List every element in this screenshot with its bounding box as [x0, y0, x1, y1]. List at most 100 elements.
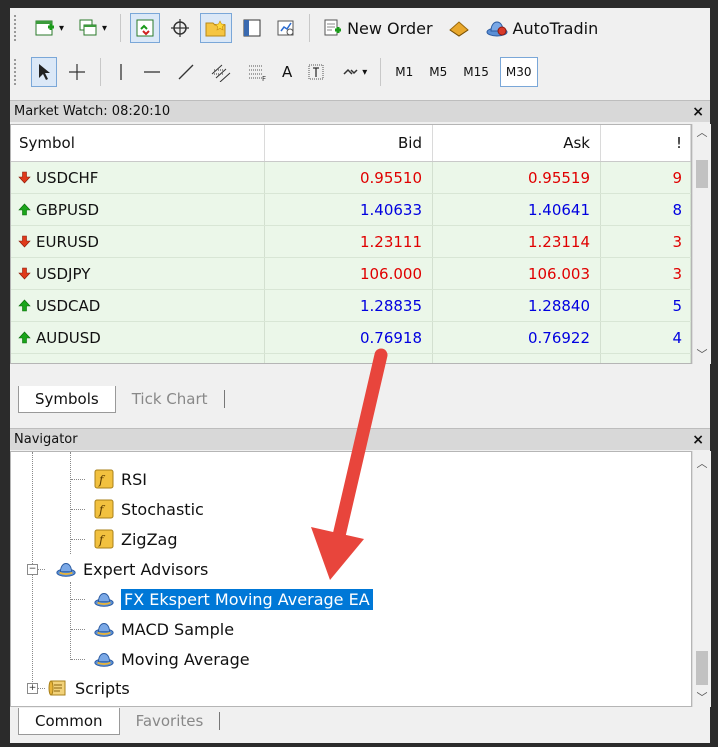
table-row[interactable]: GBPUSD 1.40633 1.40641 8 [11, 194, 691, 226]
cell-bid: 0.95510 [265, 162, 433, 193]
tab-favorites[interactable]: Favorites [120, 708, 220, 734]
timeframe-m30[interactable]: M30 [499, 57, 538, 87]
autotrading-button[interactable]: AutoTradin [481, 13, 603, 43]
horizontal-line-button[interactable] [138, 57, 166, 87]
scripts-scroll-icon [47, 677, 69, 699]
table-row[interactable]: USDJPY 106.000 106.003 3 [11, 258, 691, 290]
tree-item-macd-sample[interactable]: MACD Sample [93, 615, 234, 643]
channel-icon [210, 62, 232, 82]
navigator-scrollbar[interactable]: ︿ ﹀ [692, 451, 711, 707]
market-watch-tabs: Symbols Tick Chart [10, 386, 710, 416]
toolbar-grip[interactable] [14, 59, 22, 85]
collapse-toggle[interactable]: − [27, 564, 38, 575]
tree-item-label: RSI [121, 469, 147, 489]
new-chart-button[interactable]: ▾ [31, 13, 68, 43]
cell-symbol: USDCAD [11, 290, 265, 321]
toolbar-separator [309, 14, 311, 42]
tree-item-stochastic[interactable]: f Stochastic [93, 495, 204, 523]
scroll-up-arrow[interactable]: ︿ [693, 455, 711, 471]
market-watch-icon [135, 18, 155, 38]
data-window-button[interactable] [166, 13, 194, 43]
profiles-button[interactable]: ▾ [74, 13, 111, 43]
tree-item-fx-ekspert-ma-ea[interactable]: FX Ekspert Moving Average EA [93, 585, 373, 613]
column-header-bid[interactable]: Bid [265, 125, 433, 161]
timeframe-m1[interactable]: M1 [390, 57, 418, 87]
tree-item-zigzag[interactable]: f ZigZag [93, 525, 177, 553]
cell-spread: 6 [601, 354, 691, 363]
horizontal-line-icon [142, 62, 162, 82]
market-watch-scrollbar[interactable]: ︿ ﹀ [692, 124, 711, 364]
scroll-up-arrow[interactable]: ︿ [693, 124, 711, 140]
tree-line [37, 569, 45, 570]
timeframe-m15[interactable]: M15 [458, 57, 494, 87]
equidistant-channel-button[interactable] [206, 57, 236, 87]
market-watch-toggle[interactable] [130, 13, 161, 43]
column-header-symbol[interactable]: Symbol [11, 125, 265, 161]
cell-symbol: EURUSD [11, 226, 265, 257]
metaeditor-button[interactable] [443, 13, 475, 43]
cursor-button[interactable] [31, 57, 57, 87]
tree-folder-scripts[interactable]: Scripts [47, 674, 130, 702]
cell-ask: 106.003 [433, 258, 601, 289]
scrollbar-thumb[interactable] [696, 160, 708, 188]
new-order-button[interactable]: New Order [319, 13, 436, 43]
expert-advisor-icon [93, 648, 115, 670]
tab-tick-chart[interactable]: Tick Chart [116, 386, 224, 412]
text-tool-label: A [282, 63, 293, 81]
timeframe-m5[interactable]: M5 [424, 57, 452, 87]
cell-symbol: EURGBP [11, 354, 265, 364]
market-watch-header: Market Watch: 08:20:10 × [10, 100, 710, 122]
arrow-down-icon [17, 171, 31, 185]
cell-bid: 0.76918 [265, 322, 433, 353]
tree-item-rsi[interactable]: f RSI [93, 465, 147, 493]
expand-toggle[interactable]: + [27, 683, 38, 694]
text-label-button[interactable] [302, 57, 330, 87]
strategy-tester-toggle[interactable] [272, 13, 300, 43]
expert-hat-icon [485, 18, 509, 38]
cell-symbol: AUDUSD [11, 322, 265, 353]
navigator-close-button[interactable]: × [692, 432, 704, 448]
tree-folder-expert-advisors[interactable]: Expert Advisors [55, 555, 208, 583]
crosshair-target-icon [170, 18, 190, 38]
expert-advisor-icon [93, 618, 115, 640]
scroll-down-arrow[interactable]: ﹀ [693, 346, 711, 362]
line-studies-toolbar: F A ▾ M1 M5 M15 M30 [10, 52, 710, 92]
table-row[interactable]: EURUSD 1.23111 1.23114 3 [11, 226, 691, 258]
svg-text:F: F [262, 75, 266, 82]
table-row[interactable]: USDCAD 1.28835 1.28840 5 [11, 290, 691, 322]
tree-line [71, 659, 85, 660]
scrollbar-thumb[interactable] [696, 651, 708, 685]
table-row[interactable]: USDCHF 0.95510 0.95519 9 [11, 162, 691, 194]
column-header-ask[interactable]: Ask [433, 125, 601, 161]
tree-item-moving-average[interactable]: Moving Average [93, 645, 250, 673]
tree-line [71, 509, 85, 510]
tab-symbols[interactable]: Symbols [18, 386, 116, 413]
cell-ask: 0.76922 [433, 322, 601, 353]
market-watch-close-button[interactable]: × [692, 104, 704, 120]
arrow-down-icon [17, 363, 31, 364]
toolbar-grip[interactable] [14, 15, 22, 41]
toolbar-separator [100, 58, 101, 86]
tree-item-label: Stochastic [121, 499, 204, 519]
navigator-toggle[interactable] [200, 13, 233, 43]
arrows-button[interactable]: ▾ [336, 57, 371, 87]
symbol-name: EURGBP [36, 361, 98, 364]
table-row[interactable]: AUDUSD 0.76918 0.76922 4 [11, 322, 691, 354]
trendline-button[interactable] [172, 57, 200, 87]
tab-common[interactable]: Common [18, 708, 120, 735]
tab-separator [223, 390, 225, 408]
text-button[interactable]: A [278, 57, 296, 87]
fibonacci-button[interactable]: F [242, 57, 272, 87]
column-header-spread[interactable]: ! [601, 125, 691, 161]
table-row[interactable]: EURGBP 0.875340.875406 [11, 354, 691, 364]
terminal-toggle[interactable] [238, 13, 266, 43]
scroll-down-arrow[interactable]: ﹀ [693, 689, 711, 705]
new-chart-icon [35, 18, 57, 38]
cell-symbol: GBPUSD [11, 194, 265, 225]
cell-ask: 1.40641 [433, 194, 601, 225]
trendline-icon [176, 62, 196, 82]
crosshair-button[interactable] [63, 57, 91, 87]
vertical-line-button[interactable] [110, 57, 132, 87]
symbol-name: GBPUSD [36, 200, 100, 219]
cell-spread: 3 [601, 258, 691, 289]
